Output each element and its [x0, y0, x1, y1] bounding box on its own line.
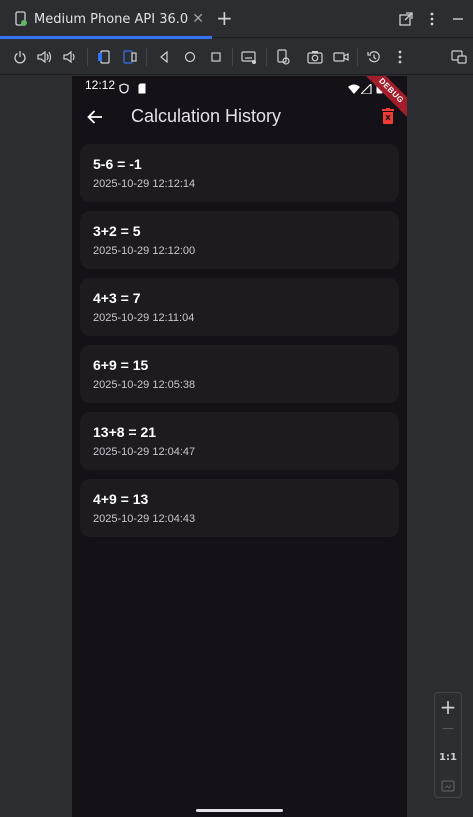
- window-icon[interactable]: [450, 48, 468, 66]
- history-list: 5-6 = -1 2025-10-29 12:12:14 3+2 = 5 202…: [80, 144, 399, 546]
- screenshot-icon[interactable]: [306, 48, 324, 66]
- status-bar: 12:12: [72, 76, 407, 96]
- toolbar-divider: [357, 48, 358, 66]
- history-timestamp: 2025-10-29 12:04:47: [93, 446, 196, 458]
- app-bar: Calculation History: [72, 96, 407, 140]
- toolbar-divider: [87, 48, 88, 66]
- emulator-toolbar: [0, 39, 473, 75]
- fit-screen-icon[interactable]: [435, 777, 461, 796]
- history-timestamp: 2025-10-29 12:11:04: [93, 312, 195, 324]
- history-expression: 3+2 = 5: [93, 223, 141, 239]
- history-timestamp: 2025-10-29 12:05:38: [93, 379, 196, 391]
- history-expression: 4+9 = 13: [93, 491, 149, 507]
- phone-screen[interactable]: 12:12 DEBUG Calculation History 5-6 = -1…: [72, 76, 407, 817]
- toolbar-divider: [266, 48, 267, 66]
- history-item[interactable]: 3+2 = 5 2025-10-29 12:12:00: [80, 211, 399, 269]
- history-timestamp: 2025-10-29 12:04:43: [93, 513, 196, 525]
- device-tab-label: Medium Phone API 36.0: [34, 11, 189, 27]
- more-icon[interactable]: [391, 48, 409, 66]
- device-tab[interactable]: Medium Phone API 36.0 ✕: [0, 0, 212, 39]
- tab-more-icon[interactable]: [423, 10, 441, 28]
- snapshot-icon[interactable]: [365, 48, 383, 66]
- history-expression: 4+3 = 7: [93, 290, 141, 306]
- overview-icon[interactable]: [207, 48, 225, 66]
- minimize-icon[interactable]: [449, 10, 467, 28]
- delete-history-icon[interactable]: [382, 108, 394, 124]
- history-expression: 5-6 = -1: [93, 156, 142, 172]
- device-settings-icon[interactable]: [274, 48, 292, 66]
- history-expression: 13+8 = 21: [93, 424, 157, 440]
- volume-down-icon[interactable]: [61, 48, 79, 66]
- back-icon[interactable]: [155, 48, 173, 66]
- volume-up-icon[interactable]: [36, 48, 54, 66]
- toolbar-divider: [232, 48, 233, 66]
- history-item[interactable]: 4+9 = 13 2025-10-29 12:04:43: [80, 479, 399, 537]
- page-title: Calculation History: [131, 106, 282, 126]
- add-tab-button[interactable]: +: [216, 8, 233, 28]
- gesture-nav-handle[interactable]: [196, 809, 283, 812]
- screen-record-icon[interactable]: [332, 48, 350, 66]
- open-external-icon[interactable]: [397, 10, 415, 28]
- zoom-in-button[interactable]: +: [435, 695, 461, 719]
- rotate-left-icon[interactable]: [95, 48, 113, 66]
- history-item[interactable]: 13+8 = 21 2025-10-29 12:04:47: [80, 412, 399, 470]
- status-time: 12:12: [85, 78, 116, 92]
- rotate-right-icon[interactable]: [121, 48, 139, 66]
- zoom-controls: + — 1:1: [434, 692, 462, 798]
- zoom-out-button[interactable]: —: [435, 721, 461, 735]
- power-icon[interactable]: [11, 48, 29, 66]
- toolbar-divider: [146, 48, 147, 66]
- home-icon[interactable]: [181, 48, 199, 66]
- history-item[interactable]: 4+3 = 7 2025-10-29 12:11:04: [80, 278, 399, 336]
- ide-tab-bar: Medium Phone API 36.0 ✕ +: [0, 0, 473, 39]
- close-tab-icon[interactable]: ✕: [192, 11, 204, 27]
- history-item[interactable]: 6+9 = 15 2025-10-29 12:05:38: [80, 345, 399, 403]
- keyboard-icon[interactable]: [240, 48, 258, 66]
- device-icon: [14, 11, 28, 27]
- history-timestamp: 2025-10-29 12:12:14: [93, 178, 196, 190]
- history-item[interactable]: 5-6 = -1 2025-10-29 12:12:14: [80, 144, 399, 202]
- back-arrow-icon[interactable]: [86, 108, 104, 126]
- history-expression: 6+9 = 15: [93, 357, 149, 373]
- actual-size-button[interactable]: 1:1: [435, 752, 461, 763]
- history-timestamp: 2025-10-29 12:12:00: [93, 245, 196, 257]
